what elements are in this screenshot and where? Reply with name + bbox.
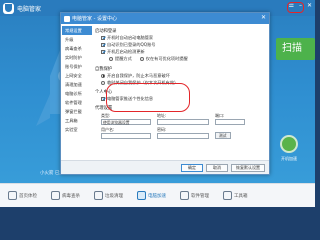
nav-item-clinic[interactable]: 电脑诊所 <box>62 89 92 98</box>
nav-item-general[interactable]: 常规设置 <box>62 26 92 35</box>
nav-item-virus[interactable]: 病毒查杀 <box>62 44 92 53</box>
dialog-close-icon[interactable]: ✕ <box>261 14 266 21</box>
nav-home-check[interactable]: 首页体检 <box>8 191 37 200</box>
nav-item-clean[interactable]: 清理加速 <box>62 80 92 89</box>
nav-label: 首页体检 <box>19 193 37 199</box>
dialog-title: 电脑管家 - 设置中心 <box>72 16 117 22</box>
toolbox-icon <box>223 191 232 200</box>
proxy-pass-input[interactable] <box>157 133 209 139</box>
protect-option-on[interactable]: 开启自我保护，防止木马恶意破坏 <box>95 72 267 79</box>
nav-item-software[interactable]: 软件管理 <box>62 98 92 107</box>
option-label: 开机时自动启动电脑管家 <box>107 34 154 40</box>
radio[interactable] <box>109 56 113 61</box>
option-label: 仅在有可优化项时提醒 <box>145 55 188 61</box>
proxy-row: 类型: 使用浏览器设置 地址: 端口: <box>95 113 267 125</box>
health-check-icon <box>8 191 17 200</box>
sub-option[interactable]: 提醒方式 <box>109 55 132 62</box>
proxy-pass-field: 密码: <box>157 127 209 139</box>
startup-option[interactable]: 开机后启动检测更新 <box>95 48 267 55</box>
settings-dialog: 电脑管家 - 设置中心 ✕ 常规设置 升级 病毒查杀 实时防护 账号保护 上网安… <box>60 12 270 175</box>
scan-button[interactable]: 扫描 <box>276 38 315 60</box>
highlight-oval <box>106 83 190 112</box>
highlight-box <box>287 2 304 13</box>
nav-label: 电脑加速 <box>148 193 166 199</box>
proxy-user-field: 用户名: <box>101 127 151 139</box>
startup-sub-options: 提醒方式 仅在有可优化项时提醒 <box>109 55 267 62</box>
trash-icon <box>94 191 103 200</box>
proxy-address-field: 地址: <box>157 113 209 125</box>
boot-speed-label: 开机加速 <box>281 156 297 161</box>
dialog-titlebar: 电脑管家 - 设置中心 ✕ <box>61 13 269 24</box>
radio[interactable] <box>101 80 105 85</box>
nav-toolbox[interactable]: 工具箱 <box>223 191 248 200</box>
nav-label: 病毒查杀 <box>62 193 80 199</box>
nav-item-realtime[interactable]: 实时防护 <box>62 53 92 62</box>
close-icon[interactable]: ✕ <box>307 2 312 10</box>
nav-virus-scan[interactable]: 病毒查杀 <box>51 191 80 200</box>
option-label: 自动识别已登录的QQ账号 <box>107 41 156 47</box>
main-window: 电脑管家 ☰ – ✕ 扫描 小火箭 已加速 开机加速 首页体检 病毒查杀 垃圾清… <box>0 0 315 207</box>
cancel-button[interactable]: 取消 <box>206 164 228 172</box>
virus-icon <box>51 191 60 200</box>
nav-software[interactable]: 软件管理 <box>180 191 209 200</box>
proxy-port-input[interactable] <box>215 119 245 125</box>
dialog-logo-icon <box>64 15 70 22</box>
proxy-test-button[interactable]: 测试 <box>215 132 231 139</box>
bottom-nav: 首页体检 病毒查杀 垃圾清理 电脑加速 软件管理 工具箱 <box>0 183 315 207</box>
nav-label: 工具箱 <box>234 193 248 199</box>
startup-option[interactable]: 开机时自动启动电脑管家 <box>95 34 267 41</box>
nav-item-popup[interactable]: 弹窗拦截 <box>62 107 92 116</box>
speed-gauge-icon <box>280 135 298 153</box>
checkbox[interactable] <box>101 35 105 40</box>
restore-defaults-button[interactable]: 恢复默认设置 <box>231 164 265 172</box>
app-title: 电脑管家 <box>17 5 42 13</box>
nav-junk-clean[interactable]: 垃圾清理 <box>94 191 123 200</box>
option-label: 开机后启动检测更新 <box>107 48 145 54</box>
nav-item-upgrade[interactable]: 升级 <box>62 35 92 44</box>
checkbox[interactable] <box>101 42 105 47</box>
sub-option[interactable]: 仅在有可优化项时提醒 <box>139 55 188 62</box>
proxy-port-field: 端口: <box>215 113 245 125</box>
proxy-user-input[interactable] <box>101 133 151 139</box>
rocket-nav-icon <box>137 191 146 200</box>
option-label: 提醒方式 <box>115 55 132 61</box>
software-icon <box>180 191 189 200</box>
radio[interactable] <box>101 73 105 78</box>
proxy-type-field: 类型: 使用浏览器设置 <box>101 113 151 125</box>
checkbox[interactable] <box>101 96 105 101</box>
proxy-auth-row: 用户名: 密码: 测试 <box>95 127 267 139</box>
proxy-address-input[interactable] <box>157 119 209 125</box>
dialog-body: 常规设置 升级 病毒查杀 实时防护 账号保护 上网安全 清理加速 电脑诊所 软件… <box>61 24 269 174</box>
nav-label: 软件管理 <box>191 193 209 199</box>
radio[interactable] <box>139 56 144 61</box>
nav-item-lab[interactable]: 实验室 <box>62 125 92 134</box>
dialog-footer: 确定 取消 恢复默认设置 <box>61 160 269 174</box>
nav-item-toolbox[interactable]: 工具箱 <box>62 116 92 125</box>
boot-speed-widget[interactable]: 开机加速 <box>272 135 306 185</box>
proxy-type-select[interactable]: 使用浏览器设置 <box>101 119 151 125</box>
checkbox[interactable] <box>101 49 105 54</box>
startup-option[interactable]: 自动识别已登录的QQ账号 <box>95 41 267 48</box>
app-logo-icon <box>3 2 14 14</box>
nav-item-web[interactable]: 上网安全 <box>62 71 92 80</box>
nav-label: 垃圾清理 <box>105 193 123 199</box>
nav-item-account[interactable]: 账号保护 <box>62 62 92 71</box>
nav-speed-up[interactable]: 电脑加速 <box>137 191 166 200</box>
ok-button[interactable]: 确定 <box>181 164 203 172</box>
footer-buttons: 确定 取消 恢复默认设置 <box>181 164 265 172</box>
settings-nav: 常规设置 升级 病毒查杀 实时防护 账号保护 上网安全 清理加速 电脑诊所 软件… <box>62 26 92 146</box>
option-label: 开启自我保护，防止木马恶意破坏 <box>107 72 170 78</box>
